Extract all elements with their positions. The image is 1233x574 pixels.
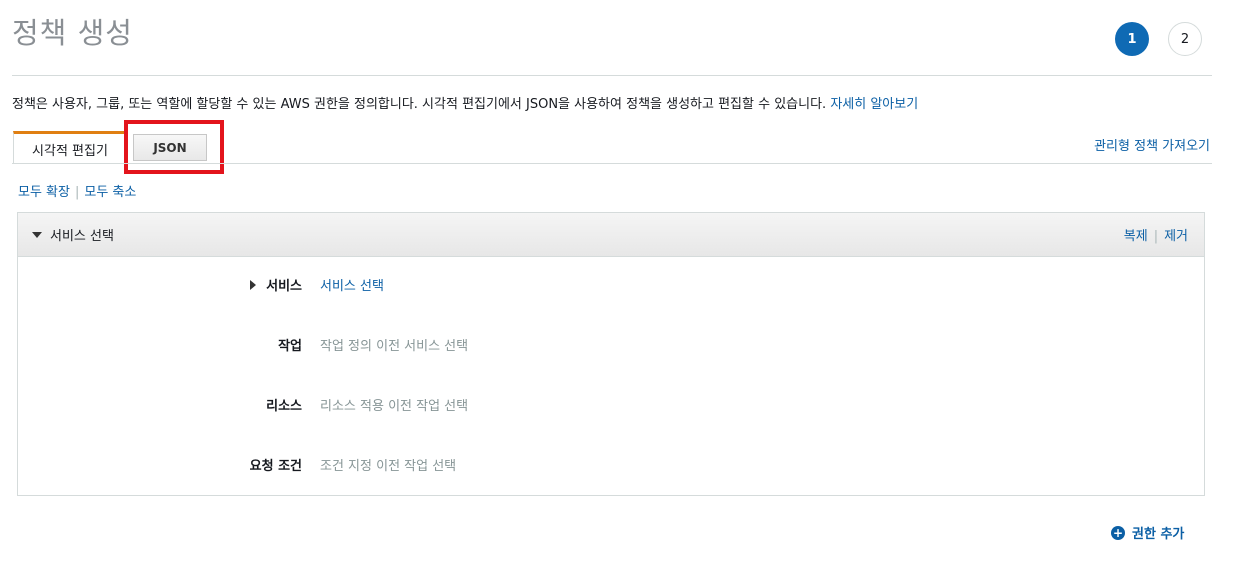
resources-label: 리소스	[266, 399, 302, 414]
panel-header-left[interactable]: 서비스 선택	[32, 225, 114, 244]
collapse-all-link[interactable]: 모두 축소	[84, 185, 136, 200]
panel-header[interactable]: 서비스 선택 복제 | 제거	[18, 213, 1204, 257]
choose-service-link[interactable]: 서비스 선택	[320, 275, 384, 294]
permission-panel: 서비스 선택 복제 | 제거 서비스 서비스 선택 작업 작업 정의 이전 서비스 …	[17, 212, 1205, 496]
separator: |	[74, 185, 80, 200]
plus-circle-icon: +	[1111, 525, 1125, 540]
service-row: 서비스 서비스 선택	[18, 275, 1204, 295]
request-conditions-placeholder: 조건 지정 이전 작업 선택	[320, 459, 457, 474]
step-2-indicator: 2	[1168, 22, 1202, 56]
description-text: 정책은 사용자, 그룹, 또는 역할에 할당할 수 있는 AWS 권한을 정의합…	[12, 97, 827, 112]
resources-row: 리소스 리소스 적용 이전 작업 선택	[18, 395, 1204, 415]
request-conditions-row: 요청 조건 조건 지정 이전 작업 선택	[18, 455, 1204, 475]
request-conditions-label: 요청 조건	[249, 459, 302, 474]
actions-placeholder: 작업 정의 이전 서비스 선택	[320, 339, 469, 354]
tab-visual-editor[interactable]: 시각적 편집기	[13, 131, 127, 164]
duplicate-link[interactable]: 복제	[1124, 229, 1148, 244]
add-permission-button[interactable]: + 권한 추가	[1111, 523, 1184, 542]
page-title: 정책 생성	[12, 16, 133, 50]
expand-all-link[interactable]: 모두 확장	[18, 185, 70, 200]
caret-right-icon[interactable]	[250, 279, 257, 290]
panel-header-actions: 복제 | 제거	[1124, 225, 1188, 244]
import-managed-policy-link[interactable]: 관리형 정책 가져오기	[1094, 135, 1210, 154]
service-label-text: 서비스	[266, 279, 302, 294]
header-divider	[12, 75, 1212, 76]
service-label[interactable]: 서비스	[250, 275, 302, 294]
add-permission-label: 권한 추가	[1132, 527, 1185, 542]
actions-row: 작업 작업 정의 이전 서비스 선택	[18, 335, 1204, 355]
caret-down-icon[interactable]	[32, 231, 42, 238]
json-tab-highlight-box	[124, 120, 224, 174]
step-1-indicator: 1	[1115, 22, 1149, 56]
separator: |	[1153, 229, 1159, 244]
resources-placeholder: 리소스 적용 이전 작업 선택	[320, 399, 469, 414]
panel-header-title: 서비스 선택	[50, 229, 114, 244]
tabs-divider	[12, 163, 1212, 164]
actions-label: 작업	[278, 339, 302, 354]
expand-collapse-controls: 모두 확장 | 모두 축소	[18, 181, 136, 200]
remove-link[interactable]: 제거	[1164, 229, 1188, 244]
policy-description: 정책은 사용자, 그룹, 또는 역할에 할당할 수 있는 AWS 권한을 정의합…	[12, 93, 918, 112]
learn-more-link[interactable]: 자세히 알아보기	[830, 97, 918, 112]
